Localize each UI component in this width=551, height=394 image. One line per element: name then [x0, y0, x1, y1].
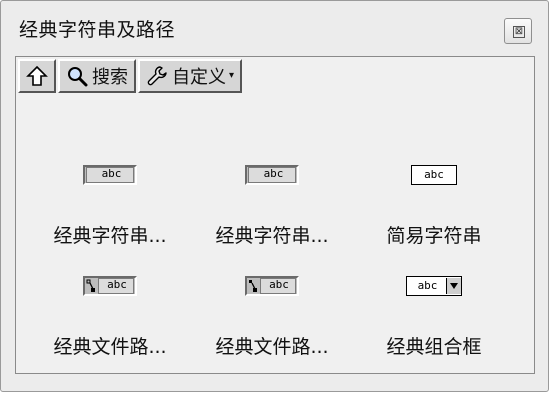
palette-item-classic-string-2[interactable]: abc 经典字符串... [197, 165, 347, 248]
palette-item-classic-path-2[interactable]: abc 经典文件路... [197, 276, 347, 359]
palette-title: 经典字符串及路径 [19, 19, 176, 41]
palette-item-label: 简易字符串 [386, 225, 482, 247]
palette-item-label: 经典字符串... [53, 225, 167, 247]
classic-path-control-icon: abc [197, 276, 347, 298]
customize-label: 自定义 [172, 67, 226, 88]
palette-content: 搜索 自定义 ▾ abc 经典字符串... abc 经典字符串... abc 简… [15, 56, 535, 374]
close-button[interactable]: ⊠ [504, 18, 532, 44]
palette-item-label: 经典文件路... [215, 336, 329, 358]
control-sample-text: abc [260, 278, 296, 294]
chevron-down-icon: ▾ [229, 70, 235, 81]
control-sample-text: abc [86, 167, 134, 183]
control-sample-text: abc [98, 278, 134, 294]
classic-string-control-icon: abc [35, 165, 185, 187]
close-icon: ⊠ [513, 26, 525, 38]
palette-item-classic-string-1[interactable]: abc 经典字符串... [35, 165, 185, 248]
control-sample-text: abc [411, 165, 457, 185]
palette-item-label: 经典字符串... [215, 225, 329, 247]
combo-dropdown-icon [446, 278, 461, 294]
path-browse-icon [248, 279, 258, 293]
up-button[interactable] [18, 59, 56, 93]
classic-combo-control-icon: abc [359, 276, 509, 298]
customize-button[interactable]: 自定义 ▾ [138, 59, 243, 93]
palette-item-label: 经典文件路... [53, 336, 167, 358]
path-browse-icon [86, 279, 96, 293]
control-sample-text: abc [248, 167, 296, 183]
palette-item-classic-combo[interactable]: abc 经典组合框 [359, 276, 509, 359]
up-arrow-icon [26, 65, 48, 86]
palette-item-label: 经典组合框 [386, 336, 482, 358]
classic-path-control-icon: abc [35, 276, 185, 298]
wrench-icon [147, 66, 167, 86]
control-sample-text: abc [417, 279, 438, 292]
search-button[interactable]: 搜索 [58, 59, 136, 93]
search-icon [68, 67, 88, 87]
simple-string-control-icon: abc [359, 165, 509, 187]
classic-string-control-icon: abc [197, 165, 347, 187]
palette-item-classic-path-1[interactable]: abc 经典文件路... [35, 276, 185, 359]
palette-window: 经典字符串及路径 ⊠ 搜索 自定义 ▾ abc 经典字符串... abc 经典字… [0, 0, 549, 392]
palette-toolbar: 搜索 自定义 ▾ [18, 59, 244, 93]
search-label: 搜索 [92, 67, 128, 88]
palette-item-simple-string[interactable]: abc 简易字符串 [359, 165, 509, 248]
